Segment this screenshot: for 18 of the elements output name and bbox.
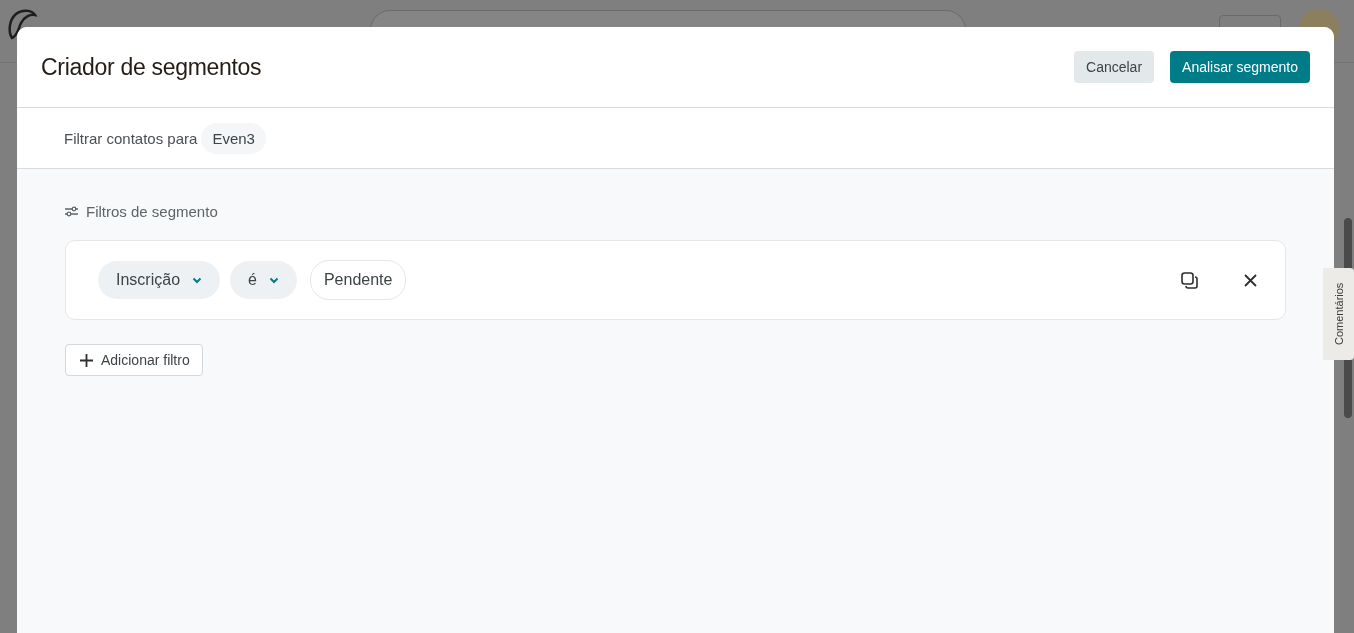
chevron-down-icon [268,276,279,284]
sliders-icon [65,206,78,217]
cancel-button[interactable]: Cancelar [1074,51,1155,83]
audience-chip: Even3 [201,122,266,154]
modal-title: Criador de segmentos [41,53,263,81]
copy-icon [1181,271,1198,289]
add-filter-button[interactable]: Adicionar filtro [65,344,203,376]
plus-icon [80,353,93,367]
close-icon [1244,273,1257,287]
operator-dropdown[interactable]: é [230,261,297,299]
audience-label: Filtrar contatos para [64,129,198,147]
chevron-down-icon [192,276,203,284]
comments-tab[interactable]: Comentários [1323,268,1354,360]
field-dropdown[interactable]: Inscrição [98,261,221,299]
analyze-button[interactable]: Analisar segmento [1170,51,1310,83]
filters-heading: Filtros de segmento [86,203,218,220]
logo-icon[interactable] [6,8,38,42]
value-chip[interactable]: Pendente [309,260,407,300]
